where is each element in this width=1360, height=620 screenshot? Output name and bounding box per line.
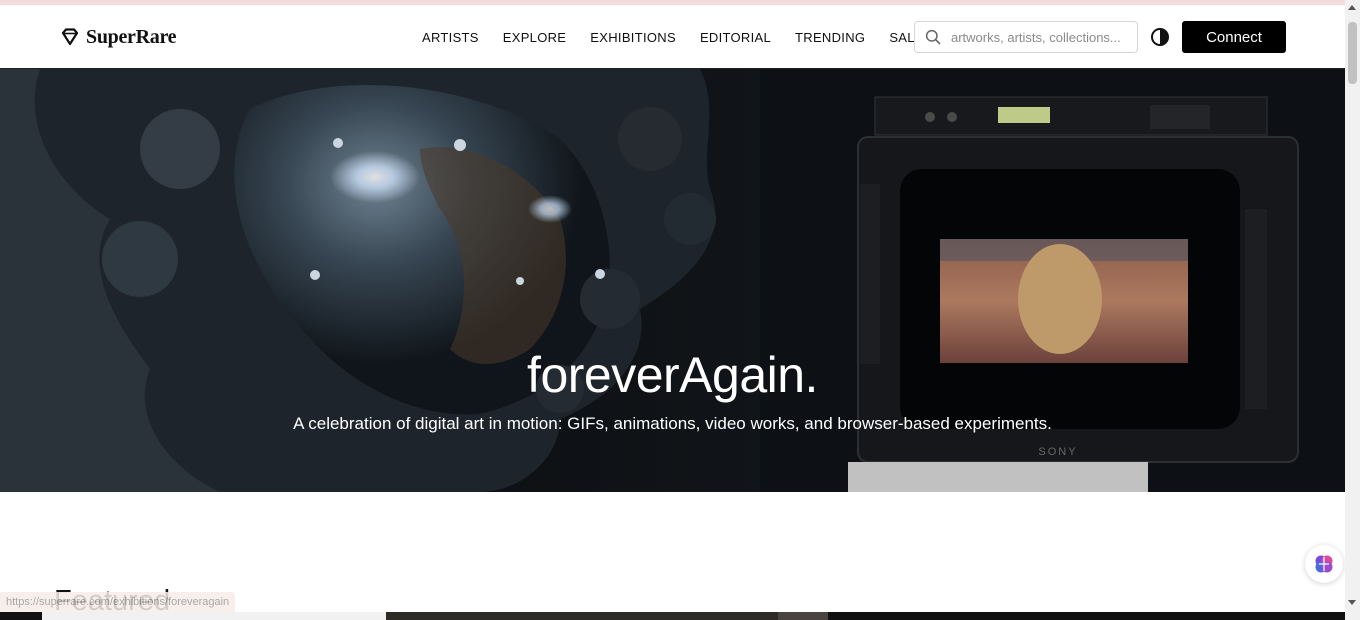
featured-cards-strip (0, 612, 1345, 620)
top-navbar: SuperRare ARTISTS EXPLORE EXHIBITIONS ED… (0, 5, 1345, 69)
assistant-button[interactable] (1305, 545, 1343, 583)
connect-button[interactable]: Connect (1182, 21, 1286, 53)
featured-card-preview[interactable] (42, 612, 386, 620)
scroll-thumb[interactable] (1348, 22, 1357, 84)
search-box[interactable] (914, 21, 1138, 53)
brain-icon (1315, 555, 1333, 573)
search-input[interactable] (951, 29, 1131, 45)
hero-subtitle: A celebration of digital art in motion: … (293, 414, 1052, 433)
nav-item-editorial[interactable]: EDITORIAL (688, 30, 783, 45)
scroll-up-arrow-icon[interactable] (1348, 5, 1356, 10)
superrare-logo[interactable]: SuperRare (60, 25, 177, 49)
nav-item-explore[interactable]: EXPLORE (491, 30, 579, 45)
main-nav: ARTISTS EXPLORE EXHIBITIONS EDITORIAL TR… (410, 5, 945, 69)
hero-banner[interactable]: SONY foreverAgain. A celebration of digi… (0, 69, 1345, 492)
nav-item-artists[interactable]: ARTISTS (410, 30, 491, 45)
diamond-icon (61, 28, 79, 46)
status-bar-url: https://superrare.com/exhibitions/foreve… (0, 592, 236, 612)
brand-name: SuperRare (86, 25, 177, 48)
nav-item-exhibitions[interactable]: EXHIBITIONS (578, 30, 688, 45)
featured-card-preview[interactable] (386, 612, 778, 620)
nav-item-trending[interactable]: TRENDING (783, 30, 877, 45)
featured-card-preview[interactable] (778, 612, 828, 620)
hero-title: foreverAgain. (527, 347, 818, 403)
contrast-icon[interactable] (1150, 27, 1170, 47)
vertical-scrollbar[interactable] (1345, 0, 1360, 620)
search-icon (925, 29, 941, 45)
scroll-down-arrow-icon[interactable] (1348, 600, 1356, 605)
